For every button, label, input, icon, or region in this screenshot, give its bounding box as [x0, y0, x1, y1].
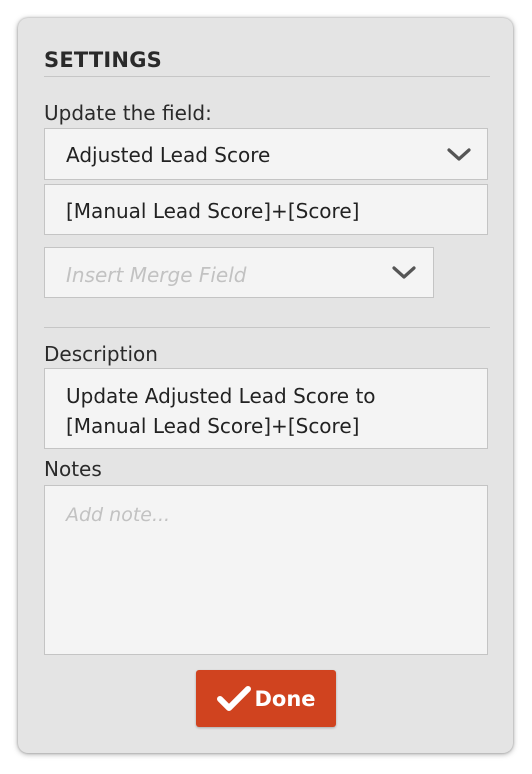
description-line-1: Update Adjusted Lead Score to: [66, 384, 376, 408]
notes-label: Notes: [44, 457, 102, 481]
checkmark-icon: [217, 685, 252, 711]
settings-heading: SETTINGS: [44, 48, 162, 72]
done-button[interactable]: Done: [196, 670, 336, 727]
heading-divider: [44, 76, 490, 77]
chevron-down-icon: [392, 266, 416, 279]
notes-placeholder: Add note...: [66, 504, 171, 526]
formula-input[interactable]: [Manual Lead Score]+[Score]: [44, 184, 488, 235]
merge-field-select[interactable]: Insert Merge Field: [44, 247, 434, 298]
section-divider: [44, 327, 490, 328]
field-select[interactable]: Adjusted Lead Score: [44, 128, 488, 180]
notes-textarea[interactable]: Add note...: [44, 485, 488, 655]
done-button-label: Done: [254, 686, 316, 711]
settings-panel: SETTINGS Update the field: Adjusted Lead…: [18, 18, 513, 753]
description-box: Update Adjusted Lead Score to [Manual Le…: [44, 368, 488, 449]
description-label: Description: [44, 342, 158, 366]
description-line-2: [Manual Lead Score]+[Score]: [66, 414, 360, 438]
field-select-value: Adjusted Lead Score: [66, 143, 271, 167]
update-field-label: Update the field:: [44, 101, 212, 125]
formula-value: [Manual Lead Score]+[Score]: [66, 199, 360, 223]
merge-field-placeholder: Insert Merge Field: [66, 263, 247, 287]
chevron-down-icon: [447, 148, 471, 161]
